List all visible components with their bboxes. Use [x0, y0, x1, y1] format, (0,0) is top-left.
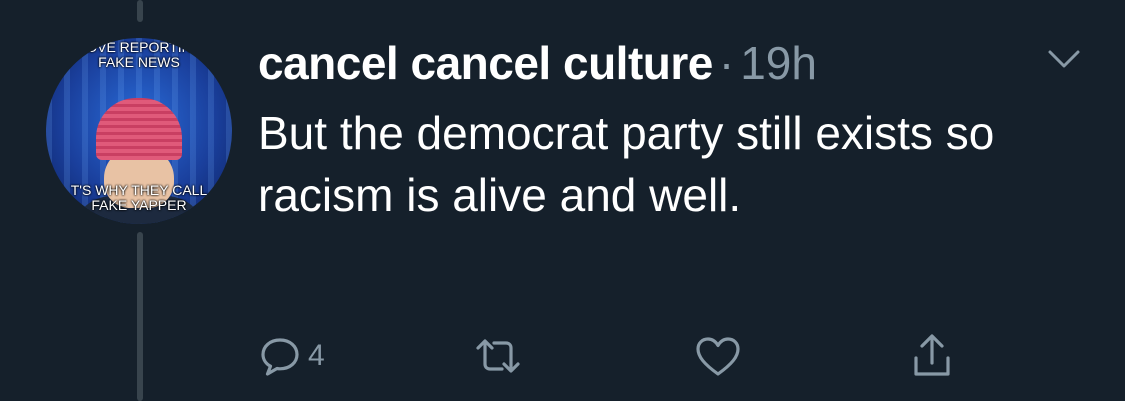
avatar-caption-bottom-line1: T'S WHY THEY CALL — [70, 182, 208, 198]
avatar[interactable]: OVE REPORTIN FAKE NEWS T'S WHY THEY CALL… — [46, 38, 232, 224]
retweet-icon — [472, 334, 524, 378]
timestamp[interactable]: 19h — [740, 36, 817, 90]
reply-count: 4 — [308, 339, 325, 372]
thread-line-top — [137, 0, 143, 22]
tweet[interactable]: OVE REPORTIN FAKE NEWS T'S WHY THEY CALL… — [0, 0, 1125, 401]
avatar-caption-top: OVE REPORTIN FAKE NEWS — [46, 40, 232, 70]
retweet-button[interactable] — [472, 332, 524, 380]
thread-line-bottom — [137, 232, 143, 401]
like-button[interactable] — [694, 332, 742, 380]
separator-dot: · — [718, 37, 735, 89]
reply-button[interactable]: 4 — [258, 332, 325, 380]
tweet-header: cancel cancel culture · 19h — [258, 36, 817, 90]
avatar-caption-top-line1: OVE REPORTIN — [86, 39, 192, 55]
chevron-down-icon[interactable] — [1046, 46, 1082, 72]
tweet-text: But the democrat party still exists so r… — [258, 107, 995, 221]
heart-icon — [694, 334, 742, 378]
share-button[interactable] — [910, 332, 954, 380]
display-name[interactable]: cancel cancel culture — [258, 36, 713, 90]
avatar-caption-bottom: T'S WHY THEY CALL FAKE YAPPER — [46, 183, 232, 213]
reply-icon — [258, 334, 302, 378]
avatar-caption-bottom-line2: FAKE YAPPER — [91, 197, 187, 213]
avatar-caption-top-line2: FAKE NEWS — [98, 54, 180, 70]
action-bar: 4 — [258, 332, 1018, 380]
share-icon — [910, 332, 954, 380]
